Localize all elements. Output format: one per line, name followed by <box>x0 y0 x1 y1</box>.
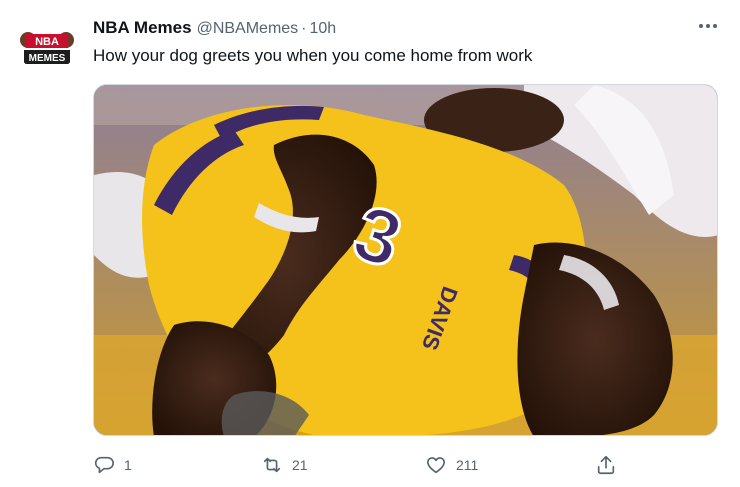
reply-icon <box>94 456 114 474</box>
avatar-text-top: NBA <box>35 36 59 48</box>
more-button[interactable] <box>694 14 722 38</box>
retweet-count: 21 <box>292 457 308 473</box>
tweet-actions: 1 21 211 <box>93 452 633 478</box>
share-button[interactable] <box>595 452 617 478</box>
retweet-button[interactable]: 21 <box>261 452 308 478</box>
retweet-icon <box>263 457 281 473</box>
tweet-header: NBA Memes @NBAMemes · 10h <box>93 18 336 40</box>
avatar[interactable]: NBA MEMES <box>18 22 76 72</box>
tweet[interactable]: NBA MEMES NBA Memes @NBAMemes · 10h How … <box>0 0 740 487</box>
nba-memes-logo: NBA MEMES <box>18 22 76 72</box>
media-image: 3 DAVIS <box>94 85 717 435</box>
header-separator: · <box>301 20 307 37</box>
avatar-text-bottom: MEMES <box>29 53 66 64</box>
like-button[interactable]: 211 <box>425 452 478 478</box>
author-handle[interactable]: @NBAMemes <box>197 20 299 38</box>
reply-count: 1 <box>124 457 132 473</box>
more-icon <box>699 24 717 28</box>
reply-button[interactable]: 1 <box>93 452 132 478</box>
author-name[interactable]: NBA Memes <box>93 18 192 38</box>
tweet-media[interactable]: 3 DAVIS <box>93 84 718 436</box>
tweet-timestamp[interactable]: 10h <box>310 20 337 38</box>
share-icon <box>597 455 615 475</box>
like-count: 211 <box>456 457 479 473</box>
tweet-text: How your dog greets you when you come ho… <box>93 46 533 65</box>
heart-icon <box>426 457 446 474</box>
